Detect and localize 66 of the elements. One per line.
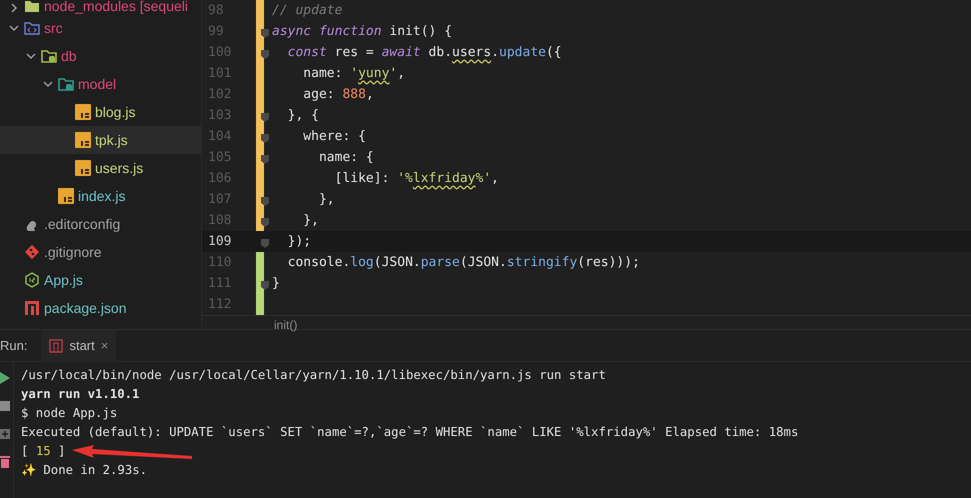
code-line: age: 888,	[302, 86, 374, 104]
code-line: async function init() {	[271, 22, 452, 41]
console-line: yarn run v1.10.1	[21, 386, 140, 403]
line-number: 98	[207, 2, 225, 20]
hexagon-icon	[24, 272, 40, 288]
code-line: });	[286, 232, 312, 251]
line-number: 106	[207, 170, 232, 188]
tree-item[interactable]: App.js	[0, 266, 201, 294]
database-folder-icon	[58, 76, 74, 92]
tree-item[interactable]: model	[0, 70, 201, 98]
line-number: 107	[207, 190, 232, 209]
tree-item[interactable]: package.json	[0, 294, 201, 322]
square-icon	[49, 338, 64, 352]
console-line: ✨ Done in 2.93s.	[21, 462, 148, 479]
js-file-icon	[75, 160, 91, 176]
line-number: 102	[207, 86, 232, 104]
tree-item[interactable]: src	[0, 14, 201, 42]
play-icon	[0, 372, 10, 384]
code-line: console.log(JSON.parse(JSON.stringify(res)));	[286, 254, 640, 272]
line-number: 109	[207, 232, 232, 251]
js-file-icon	[75, 132, 91, 148]
line-number: 108	[207, 212, 232, 230]
tree-item[interactable]: node_modules [sequeli	[0, 0, 201, 14]
code-line: }, {	[286, 106, 319, 125]
code-line: name: {	[318, 148, 374, 167]
code-line: }	[271, 274, 280, 293]
tree-item[interactable]: .gitignore	[0, 238, 201, 266]
console-line: /usr/local/bin/node /usr/local/Cellar/yarn/1.10.1/libexec/bin/yarn.js run start	[21, 367, 606, 384]
breadcrumb[interactable]: init()	[274, 316, 298, 334]
console-line: Executed (default): UPDATE `users` SET `name`=?,`age`=? WHERE `name` LIKE '%lxfriday%' Elapsed time: 18ms	[21, 424, 798, 441]
tree-item[interactable]: db	[0, 42, 201, 70]
tree-item[interactable]: blog.js	[0, 98, 201, 126]
code-line: },	[302, 212, 319, 230]
js-file-icon	[75, 104, 91, 120]
square-icon	[24, 300, 40, 316]
code-line: const res = await db.users.update({	[286, 44, 562, 62]
code-folder-icon	[24, 20, 40, 36]
tree-item[interactable]: users.js	[0, 154, 201, 182]
line-number: 100	[207, 44, 232, 62]
run-tab[interactable]: start ×	[41, 330, 116, 362]
stop-icon	[0, 400, 10, 412]
line-number: 104	[207, 128, 232, 146]
line-number: 105	[207, 148, 232, 167]
code-line: // update	[271, 2, 342, 20]
console-line: [ 15 ]	[21, 443, 66, 460]
trash-icon	[0, 456, 10, 468]
line-number: 99	[207, 22, 225, 41]
line-number: 111	[207, 274, 232, 293]
tree-item[interactable]: tpk.js	[0, 126, 201, 154]
close-icon[interactable]: ×	[100, 336, 108, 356]
line-number: 103	[207, 106, 232, 125]
tree-item[interactable]: .editorconfig	[0, 210, 201, 238]
code-line: name: 'yuny',	[302, 64, 406, 83]
panel-label: Run:	[0, 336, 28, 355]
line-number: 101	[207, 64, 232, 83]
code-line: where: {	[302, 128, 366, 146]
folder-icon	[24, 0, 40, 14]
database-folder-icon	[41, 48, 57, 64]
code-line: [like]: '%lxfriday%',	[334, 170, 499, 188]
tree-item[interactable]: index.js	[0, 182, 201, 210]
console-line: $ node App.js	[21, 405, 118, 422]
line-number: 112	[207, 296, 232, 314]
code-line: },	[318, 190, 335, 209]
line-number: 110	[207, 254, 232, 272]
plus-icon	[0, 428, 10, 440]
js-file-icon	[58, 188, 74, 204]
